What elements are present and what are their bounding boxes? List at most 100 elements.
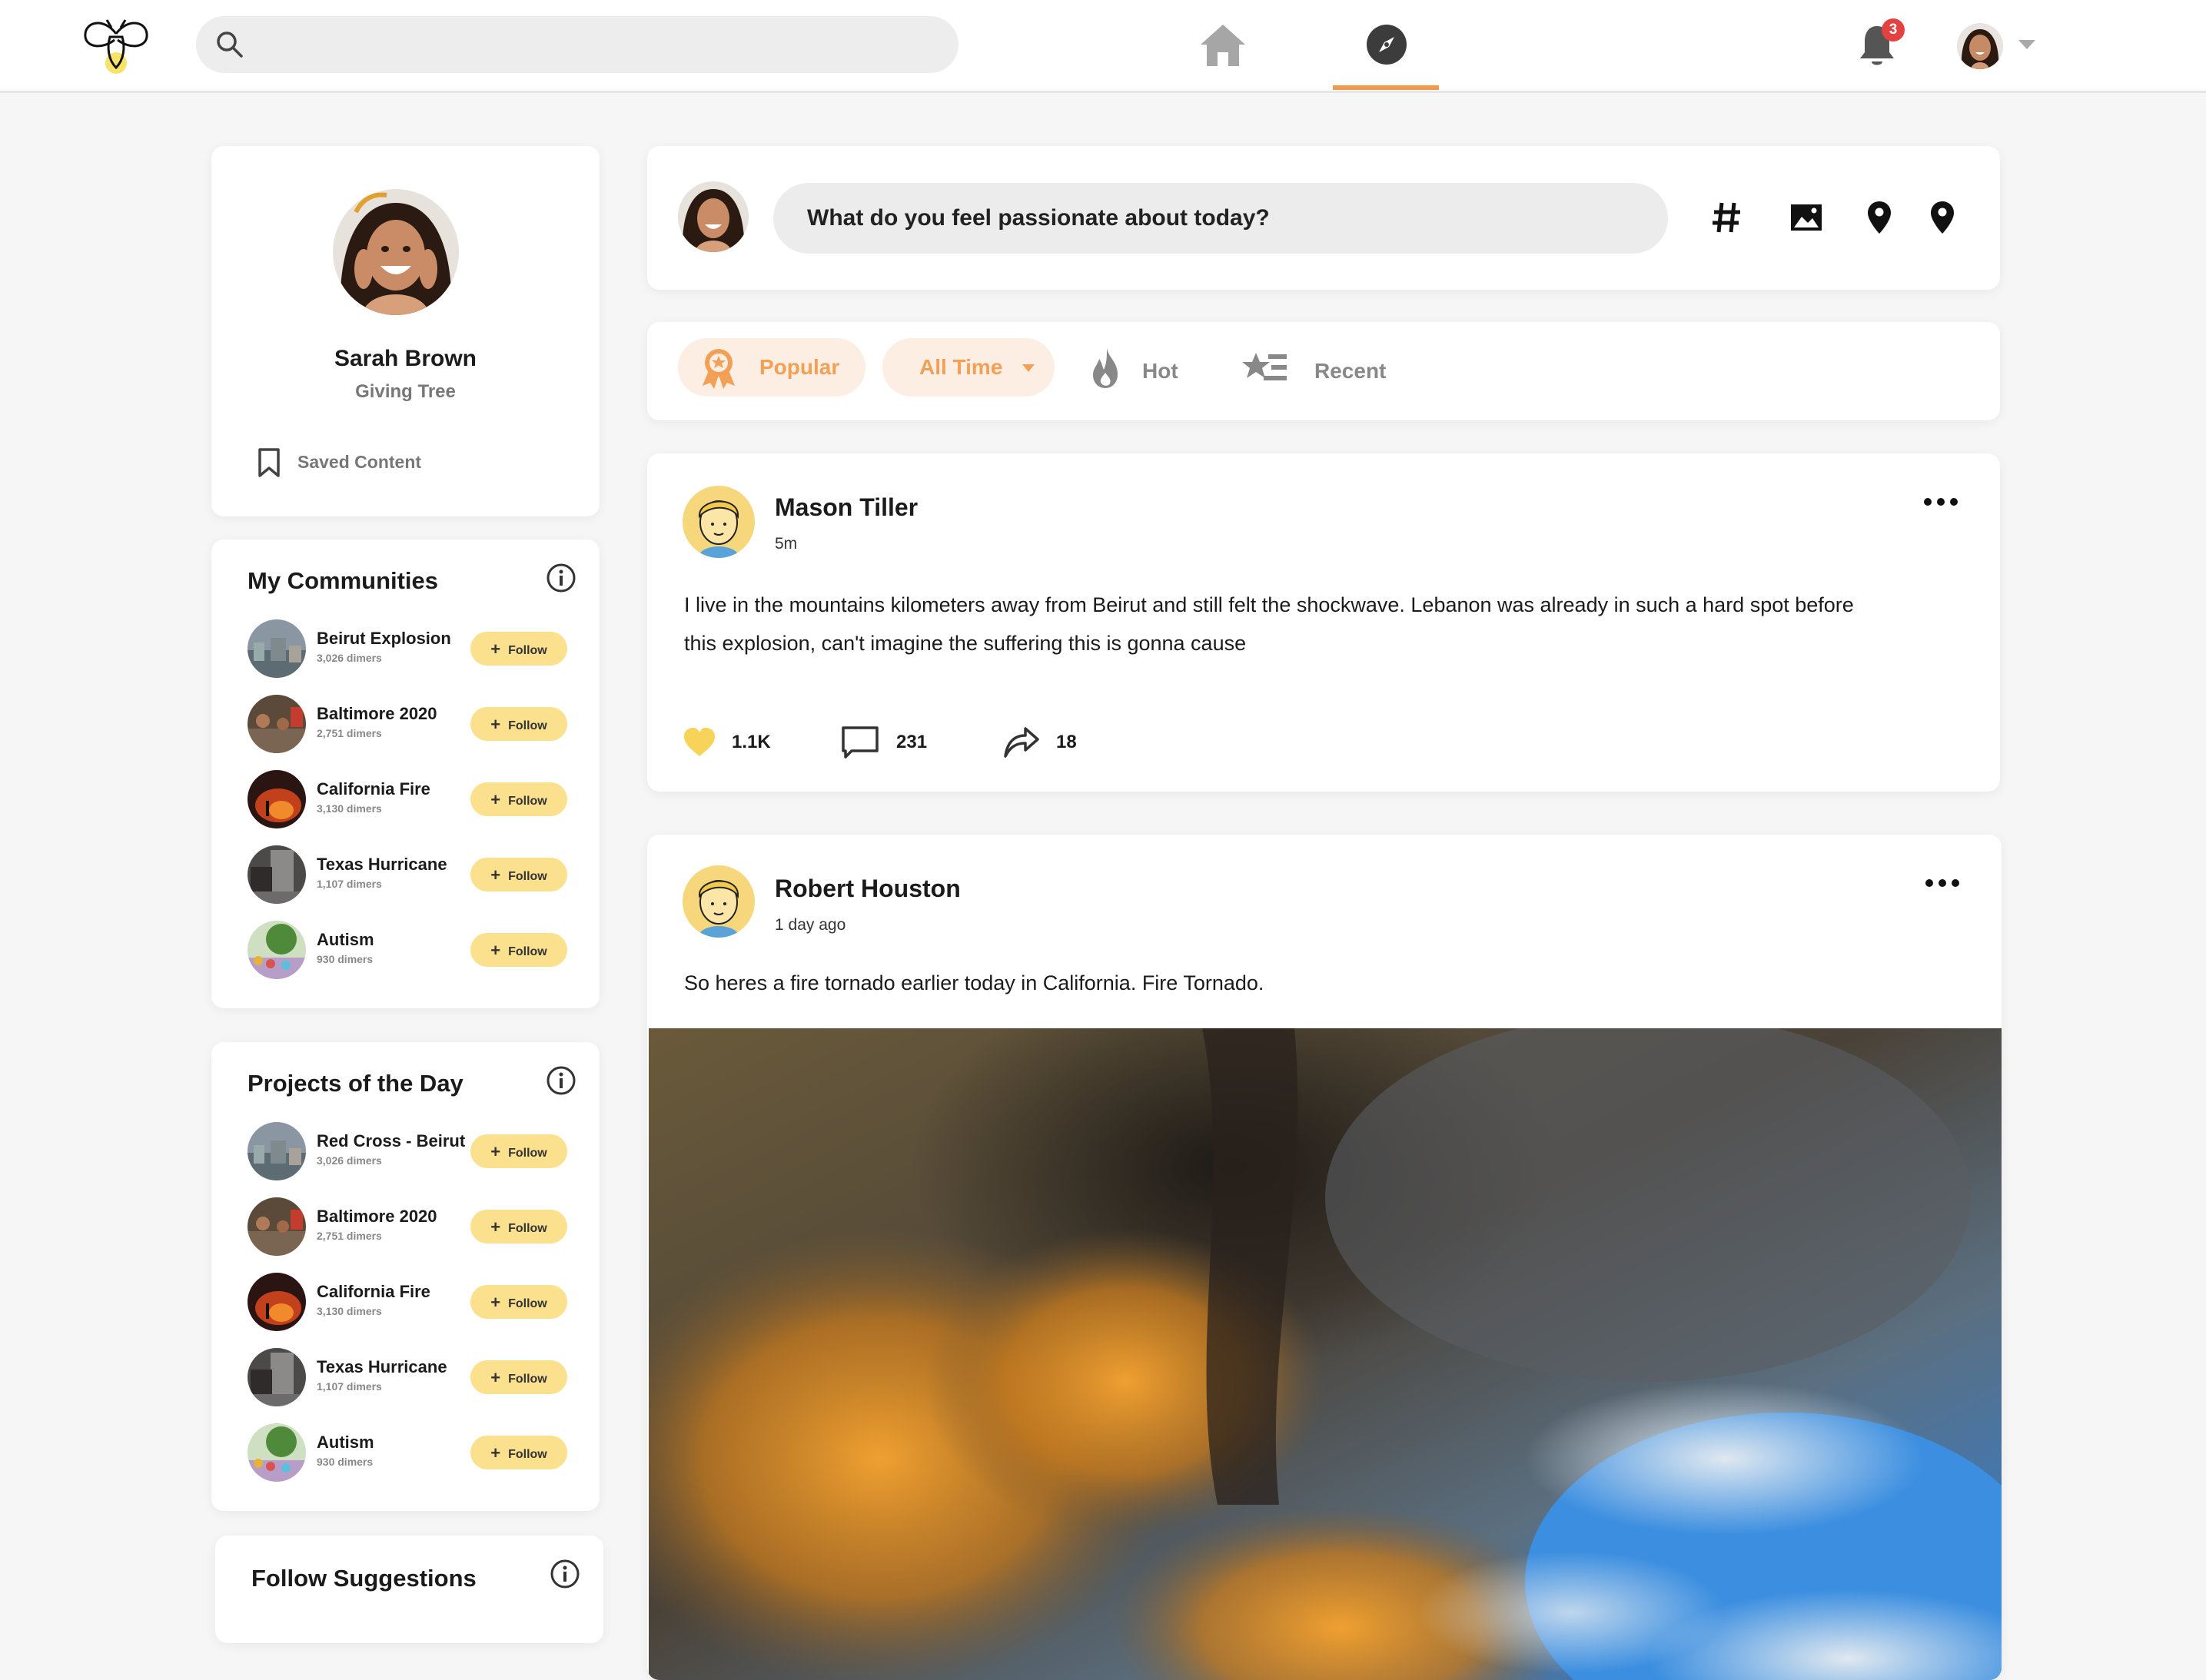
community-members: 3,026 dimers — [317, 652, 382, 664]
project-thumbnail — [248, 1348, 306, 1406]
follow-button[interactable]: + Follow — [470, 632, 567, 666]
project-item[interactable]: Red Cross - Beirut 3,026 dimers + Follow — [248, 1122, 578, 1182]
like-button[interactable]: 1.1K — [683, 722, 782, 761]
plus-icon: + — [490, 1142, 501, 1161]
follow-button[interactable]: + Follow — [470, 1360, 567, 1394]
post-card: Robert Houston 1 day ago So heres a fire… — [647, 835, 2002, 1680]
community-name: Beirut Explosion — [317, 629, 451, 648]
location-pin-icon[interactable] — [1866, 198, 1892, 237]
follow-button[interactable]: + Follow — [470, 1285, 567, 1319]
follow-button[interactable]: + Follow — [470, 707, 567, 741]
follow-label: Follow — [508, 1297, 547, 1310]
community-item[interactable]: California Fire 3,130 dimers + Follow — [248, 770, 578, 830]
search-bar[interactable] — [196, 16, 958, 75]
community-name: Autism — [317, 930, 374, 949]
follow-label: Follow — [508, 795, 547, 808]
more-options-icon[interactable] — [1923, 496, 1958, 507]
search-input[interactable] — [257, 16, 937, 75]
filter-recent[interactable]: Recent — [1241, 351, 1394, 394]
top-navigation-bar: 3 — [0, 0, 2206, 93]
profile-avatar[interactable] — [333, 189, 459, 315]
follow-label: Follow — [508, 1448, 547, 1461]
project-item[interactable]: Autism 930 dimers + Follow — [248, 1423, 578, 1483]
follow-label: Follow — [508, 644, 547, 657]
notification-badge: 3 — [1882, 18, 1905, 42]
firefly-logo-icon[interactable] — [81, 17, 151, 77]
projects-title: Projects of the Day — [248, 1070, 463, 1097]
follow-button[interactable]: + Follow — [470, 1210, 567, 1243]
author-avatar[interactable] — [683, 865, 755, 938]
time-range-dropdown[interactable]: All Time — [882, 338, 1055, 397]
project-thumbnail — [248, 1423, 306, 1482]
community-item[interactable]: Autism 930 dimers + Follow — [248, 921, 578, 981]
follow-button[interactable]: + Follow — [470, 933, 567, 967]
follow-label: Follow — [508, 719, 547, 732]
community-item[interactable]: Baltimore 2020 2,751 dimers + Follow — [248, 695, 578, 755]
community-item[interactable]: Beirut Explosion 3,026 dimers + Follow — [248, 619, 578, 679]
filter-recent-label: Recent — [1314, 359, 1387, 383]
community-thumbnail — [248, 695, 306, 753]
filter-popular-label: Popular — [759, 355, 840, 379]
filter-hot[interactable]: Hot — [1090, 348, 1198, 394]
post-body: So heres a fire tornado earlier today in… — [684, 971, 1264, 994]
plus-icon: + — [490, 715, 501, 734]
post-composer — [647, 146, 2000, 290]
project-item[interactable]: Baltimore 2020 2,751 dimers + Follow — [248, 1197, 578, 1257]
project-members: 1,107 dimers — [317, 1380, 382, 1393]
project-name: Texas Hurricane — [317, 1357, 447, 1376]
share-button[interactable]: 18 — [1002, 722, 1102, 761]
follow-label: Follow — [508, 945, 547, 958]
plus-icon: + — [490, 941, 501, 960]
plus-icon: + — [490, 1217, 501, 1237]
author-name[interactable]: Mason Tiller — [775, 493, 918, 522]
project-item[interactable]: California Fire 3,130 dimers + Follow — [248, 1273, 578, 1333]
project-thumbnail — [248, 1122, 306, 1180]
community-members: 3,130 dimers — [317, 802, 382, 815]
plus-icon: + — [490, 865, 501, 885]
info-icon[interactable] — [546, 1065, 576, 1096]
follow-button[interactable]: + Follow — [470, 1134, 567, 1168]
post-timestamp: 1 day ago — [775, 916, 846, 934]
profile-name: Sarah Brown — [334, 346, 477, 371]
active-tab-indicator — [1333, 85, 1439, 90]
plus-icon: + — [490, 1443, 501, 1463]
image-icon[interactable] — [1789, 198, 1823, 237]
suggestions-title: Follow Suggestions — [251, 1565, 477, 1592]
feed-filter-bar: Popular All Time Hot Recent — [647, 322, 2000, 420]
follow-button[interactable]: + Follow — [470, 782, 567, 816]
project-item[interactable]: Texas Hurricane 1,107 dimers + Follow — [248, 1348, 578, 1408]
project-thumbnail — [248, 1197, 306, 1256]
more-options-icon[interactable] — [1925, 878, 1960, 888]
author-avatar[interactable] — [683, 486, 755, 558]
time-range-label: All Time — [919, 355, 1003, 379]
share-arrow-icon — [1004, 727, 1039, 758]
community-item[interactable]: Texas Hurricane 1,107 dimers + Follow — [248, 845, 578, 905]
user-avatar[interactable] — [1957, 23, 2003, 69]
filter-popular[interactable]: Popular — [678, 338, 865, 397]
author-name[interactable]: Robert Houston — [775, 875, 961, 903]
hashtag-icon[interactable] — [1711, 198, 1743, 237]
post-timestamp: 5m — [775, 535, 798, 553]
info-icon[interactable] — [550, 1559, 580, 1589]
info-icon[interactable] — [546, 563, 576, 593]
post-image-fire-tornado[interactable] — [649, 1028, 2002, 1680]
plus-icon: + — [490, 1293, 501, 1312]
caret-down-icon — [1022, 364, 1035, 372]
follow-suggestions-card: Follow Suggestions — [215, 1536, 603, 1643]
project-members: 930 dimers — [317, 1456, 374, 1468]
comment-button[interactable]: 231 — [841, 722, 941, 761]
saved-content-label: Saved Content — [297, 452, 422, 472]
community-name: Texas Hurricane — [317, 855, 447, 874]
composer-input[interactable] — [773, 183, 1668, 254]
follow-button[interactable]: + Follow — [470, 1436, 567, 1469]
composer-avatar — [678, 181, 749, 252]
follow-label: Follow — [508, 1147, 547, 1160]
compass-icon[interactable] — [1365, 23, 1408, 66]
follow-button[interactable]: + Follow — [470, 858, 567, 891]
plus-icon: + — [490, 1368, 501, 1387]
follow-label: Follow — [508, 870, 547, 883]
project-name: Red Cross - Beirut — [317, 1131, 466, 1150]
account-menu-caret-icon[interactable] — [2018, 40, 2035, 49]
location-pin-icon[interactable] — [1929, 198, 1955, 237]
home-icon[interactable] — [1199, 23, 1247, 68]
